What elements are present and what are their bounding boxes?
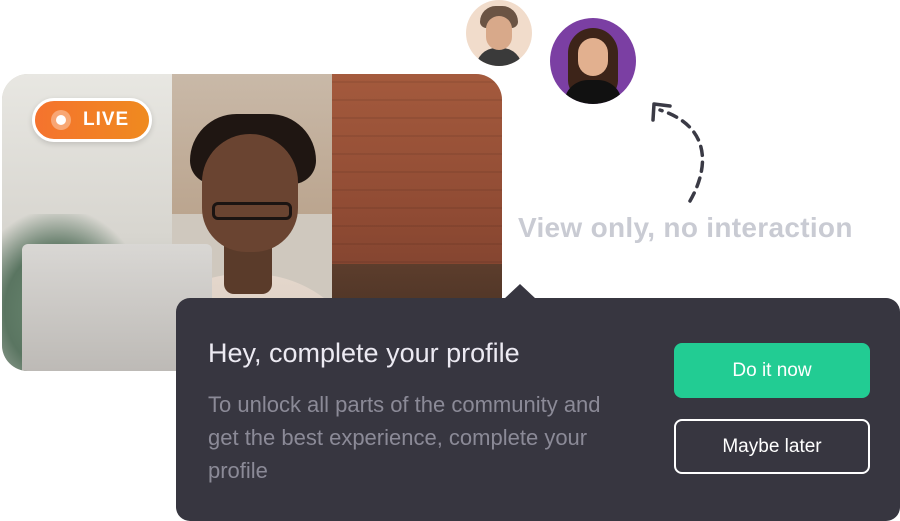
do-it-now-button[interactable]: Do it now: [674, 343, 870, 398]
maybe-later-button[interactable]: Maybe later: [674, 419, 870, 474]
participant-avatar-2: [550, 18, 636, 104]
video-person-head: [202, 134, 298, 252]
complete-profile-prompt: Hey, complete your profile To unlock all…: [176, 298, 900, 521]
tooltip-caret: [504, 284, 536, 299]
live-label: LIVE: [83, 109, 130, 130]
live-badge: LIVE: [32, 98, 152, 142]
dashed-curved-arrow-icon: [651, 102, 705, 203]
video-person-glasses: [212, 202, 292, 220]
live-dot-icon: [51, 110, 71, 130]
prompt-title: Hey, complete your profile: [208, 338, 520, 368]
view-only-annotation: View only, no interaction: [518, 212, 853, 243]
participant-avatar-1: [466, 0, 532, 66]
prompt-body: To unlock all parts of the community and…: [208, 392, 601, 483]
